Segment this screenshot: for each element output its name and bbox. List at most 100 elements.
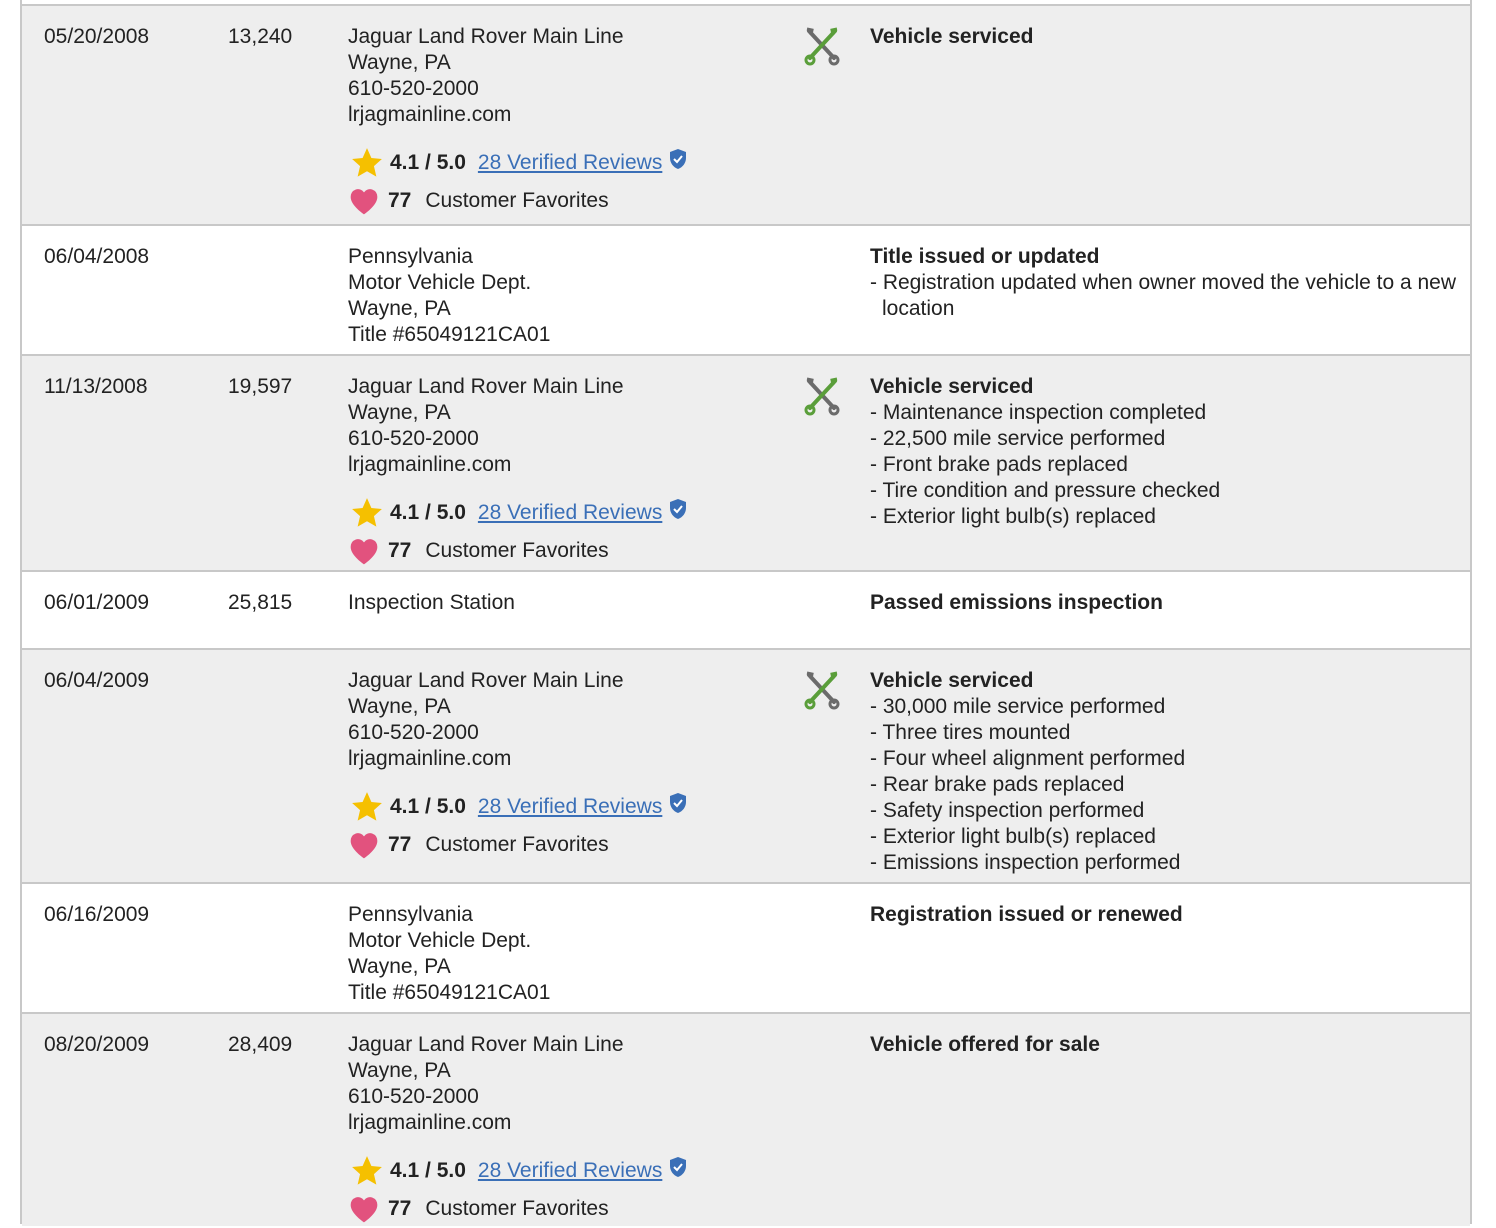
detail-item: - Registration updated when owner moved … xyxy=(870,271,1457,320)
event-title: Passed emissions inspection xyxy=(870,591,1163,614)
detail-item: - Safety inspection performed xyxy=(870,799,1145,822)
record-source: Pennsylvania Motor Vehicle Dept. Wayne, … xyxy=(348,244,788,348)
source-phone: 610-520-2000 xyxy=(348,721,479,744)
source-name: Pennsylvania xyxy=(348,245,473,268)
source-phone: 610-520-2000 xyxy=(348,1085,479,1108)
rating-value: 4.1 / 5.0 xyxy=(390,501,466,524)
history-row: 08/20/2009 28,409 Jaguar Land Rover Main… xyxy=(22,1012,1470,1226)
event-title: Vehicle serviced xyxy=(870,25,1034,48)
vehicle-history-table: 05/20/2008 13,240 Jaguar Land Rover Main… xyxy=(20,0,1472,1226)
source-location: Wayne, PA xyxy=(348,955,451,978)
detail-item: - Four wheel alignment performed xyxy=(870,747,1186,770)
dealer-rating: 4.1 / 5.0 28 Verified Reviews 77 Custome… xyxy=(348,790,788,862)
history-row: 06/01/2009 25,815 Inspection Station Pas… xyxy=(22,570,1470,648)
history-row: 06/04/2009 Jaguar Land Rover Main Line W… xyxy=(22,648,1470,882)
verified-shield-icon xyxy=(670,793,687,813)
source-website: lrjagmainline.com xyxy=(348,1111,512,1134)
rating-value: 4.1 / 5.0 xyxy=(390,795,466,818)
favorites-count: 77 xyxy=(388,539,412,562)
event-title: Vehicle serviced xyxy=(870,669,1034,692)
verified-reviews-link[interactable]: 28 Verified Reviews xyxy=(478,794,662,820)
record-mileage: 28,409 xyxy=(228,1033,293,1056)
event-title: Vehicle offered for sale xyxy=(870,1033,1100,1056)
favorites-label: Customer Favorites xyxy=(425,1197,609,1220)
source-department: Motor Vehicle Dept. xyxy=(348,929,532,952)
heart-icon xyxy=(350,833,378,859)
record-date: 06/04/2008 xyxy=(44,245,150,268)
detail-item: - 22,500 mile service performed xyxy=(870,427,1166,450)
record-source: Inspection Station xyxy=(348,590,788,616)
source-location: Wayne, PA xyxy=(348,297,451,320)
favorites-label: Customer Favorites xyxy=(425,539,609,562)
record-details: Passed emissions inspection xyxy=(870,590,1460,616)
verified-shield-icon xyxy=(670,149,687,169)
detail-item: - Tire condition and pressure checked xyxy=(870,479,1221,502)
record-source: Pennsylvania Motor Vehicle Dept. Wayne, … xyxy=(348,902,788,1006)
record-mileage: 13,240 xyxy=(228,25,293,48)
event-title: Title issued or updated xyxy=(870,245,1100,268)
service-wrench-icon xyxy=(804,27,840,66)
rating-value: 4.1 / 5.0 xyxy=(390,1159,466,1182)
source-phone: 610-520-2000 xyxy=(348,77,479,100)
star-icon xyxy=(352,792,382,821)
record-date: 11/13/2008 xyxy=(44,375,148,398)
source-location: Wayne, PA xyxy=(348,401,451,424)
source-phone: 610-520-2000 xyxy=(348,427,479,450)
detail-item: - Maintenance inspection completed xyxy=(870,401,1207,424)
title-number: Title #65049121CA01 xyxy=(348,323,551,346)
event-title: Registration issued or renewed xyxy=(870,903,1183,926)
heart-icon xyxy=(350,189,378,215)
detail-item: - Rear brake pads replaced xyxy=(870,773,1125,796)
dealer-rating: 4.1 / 5.0 28 Verified Reviews 77 Custome… xyxy=(348,496,788,568)
record-date: 06/04/2009 xyxy=(44,669,150,692)
source-location: Wayne, PA xyxy=(348,1059,451,1082)
verified-reviews-link[interactable]: 28 Verified Reviews xyxy=(478,500,662,526)
verified-shield-icon xyxy=(670,499,687,519)
favorites-count: 77 xyxy=(388,833,412,856)
heart-icon xyxy=(350,539,378,565)
source-website: lrjagmainline.com xyxy=(348,747,512,770)
verified-shield-icon xyxy=(670,1157,687,1177)
history-row: 06/16/2009 Pennsylvania Motor Vehicle De… xyxy=(22,882,1470,1012)
rating-value: 4.1 / 5.0 xyxy=(390,151,466,174)
title-number: Title #65049121CA01 xyxy=(348,981,551,1004)
verified-reviews-link[interactable]: 28 Verified Reviews xyxy=(478,1158,662,1184)
record-date: 08/20/2009 xyxy=(44,1033,150,1056)
source-website: lrjagmainline.com xyxy=(348,453,512,476)
record-details: Vehicle serviced - Maintenance inspectio… xyxy=(870,374,1460,530)
verified-reviews-link[interactable]: 28 Verified Reviews xyxy=(478,150,662,176)
favorites-count: 77 xyxy=(388,189,412,212)
source-name: Inspection Station xyxy=(348,591,515,614)
record-date: 06/01/2009 xyxy=(44,591,150,614)
service-wrench-icon xyxy=(804,671,840,710)
source-location: Wayne, PA xyxy=(348,51,451,74)
history-row: 11/13/2008 19,597 Jaguar Land Rover Main… xyxy=(22,354,1470,570)
record-details: Vehicle serviced xyxy=(870,24,1460,50)
detail-item: - Emissions inspection performed xyxy=(870,851,1181,874)
record-details: Registration issued or renewed xyxy=(870,902,1460,928)
detail-item: - Three tires mounted xyxy=(870,721,1071,744)
record-date: 05/20/2008 xyxy=(44,25,150,48)
heart-icon xyxy=(350,1197,378,1223)
favorites-label: Customer Favorites xyxy=(425,189,609,212)
record-source: Jaguar Land Rover Main Line Wayne, PA 61… xyxy=(348,24,788,218)
record-date: 06/16/2009 xyxy=(44,903,150,926)
record-details: Vehicle serviced - 30,000 mile service p… xyxy=(870,668,1460,876)
record-source: Jaguar Land Rover Main Line Wayne, PA 61… xyxy=(348,668,788,862)
record-mileage: 25,815 xyxy=(228,591,293,614)
event-title: Vehicle serviced xyxy=(870,375,1034,398)
record-details: Vehicle offered for sale xyxy=(870,1032,1460,1058)
source-name: Jaguar Land Rover Main Line xyxy=(348,25,624,48)
source-location: Wayne, PA xyxy=(348,695,451,718)
detail-item: - Front brake pads replaced xyxy=(870,453,1128,476)
source-website: lrjagmainline.com xyxy=(348,103,512,126)
record-source: Jaguar Land Rover Main Line Wayne, PA 61… xyxy=(348,1032,788,1226)
source-department: Motor Vehicle Dept. xyxy=(348,271,532,294)
source-name: Jaguar Land Rover Main Line xyxy=(348,375,624,398)
dealer-rating: 4.1 / 5.0 28 Verified Reviews 77 Custome… xyxy=(348,146,788,218)
favorites-label: Customer Favorites xyxy=(425,833,609,856)
source-name: Pennsylvania xyxy=(348,903,473,926)
service-wrench-icon xyxy=(804,377,840,416)
record-mileage: 19,597 xyxy=(228,375,293,398)
favorites-count: 77 xyxy=(388,1197,412,1220)
